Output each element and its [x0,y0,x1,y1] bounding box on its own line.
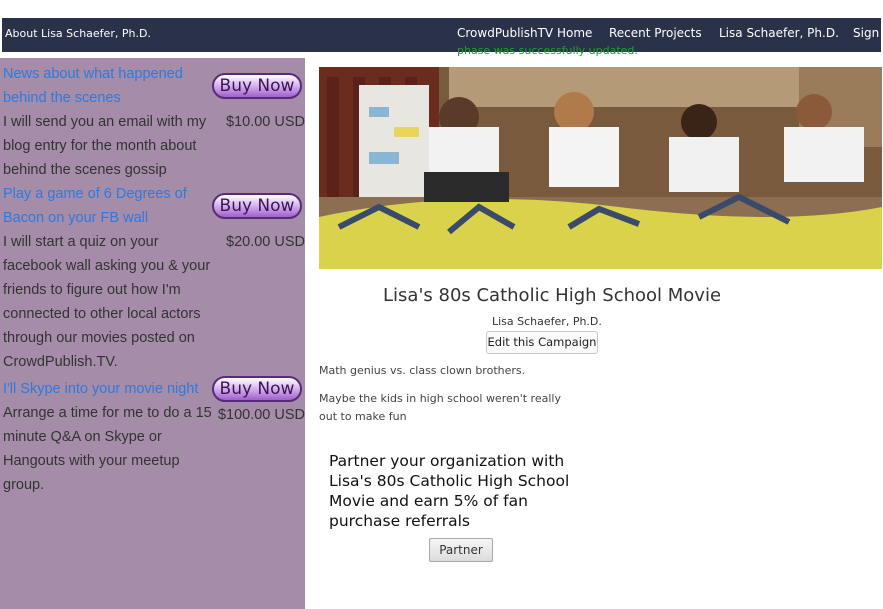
nav-link-sign[interactable]: Sign [853,26,879,40]
nav-link-profile[interactable]: Lisa Schaefer, Ph.D. [719,26,839,40]
brand-link[interactable]: About Lisa Schaefer, Ph.D. [5,27,151,40]
nav-link-recent-projects[interactable]: Recent Projects [609,26,702,40]
campaign-description: Maybe the kids in high school weren't re… [319,392,561,423]
campaign-tagline: Math genius vs. class clown brothers. [319,364,526,377]
hero-photo [319,67,882,269]
nav-link-home[interactable]: CrowdPublishTV Home [457,26,592,40]
edit-campaign-button[interactable]: Edit this Campaign [486,331,598,354]
reward-title[interactable]: Play a game of 6 Degrees of Bacon on you… [3,182,213,230]
reward-item: News about what happened behind the scen… [3,62,213,182]
flash-message: phase was successfully updated. [457,44,638,57]
partner-prompt: Partner your organization with Lisa's 80… [329,452,570,530]
top-navbar: About Lisa Schaefer, Ph.D. CrowdPublishT… [2,18,881,52]
buy-now-button[interactable]: Buy Now [212,73,302,99]
campaign-hero-image [319,67,882,269]
reward-description: I will start a quiz on your facebook wal… [3,234,211,370]
reward-title[interactable]: I'll Skype into your movie night [3,377,213,401]
reward-title[interactable]: News about what happened behind the scen… [3,62,213,110]
reward-item: Play a game of 6 Degrees of Bacon on you… [3,182,213,374]
partner-button[interactable]: Partner [429,538,493,562]
reward-item: I'll Skype into your movie night Arrange… [3,377,213,497]
reward-price: $100.00 USD [217,407,305,423]
reward-price: $10.00 USD [226,114,305,130]
reward-description: I will send you an email with my blog en… [3,114,207,178]
campaign-title: Lisa's 80s Catholic High School Movie [383,285,722,306]
buy-now-button[interactable]: Buy Now [212,193,302,219]
buy-now-button[interactable]: Buy Now [212,376,302,402]
campaign-author[interactable]: Lisa Schaefer, Ph.D. [492,315,602,328]
reward-description: Arrange a time for me to do a 15 minute … [3,405,212,493]
reward-price: $20.00 USD [226,234,305,250]
